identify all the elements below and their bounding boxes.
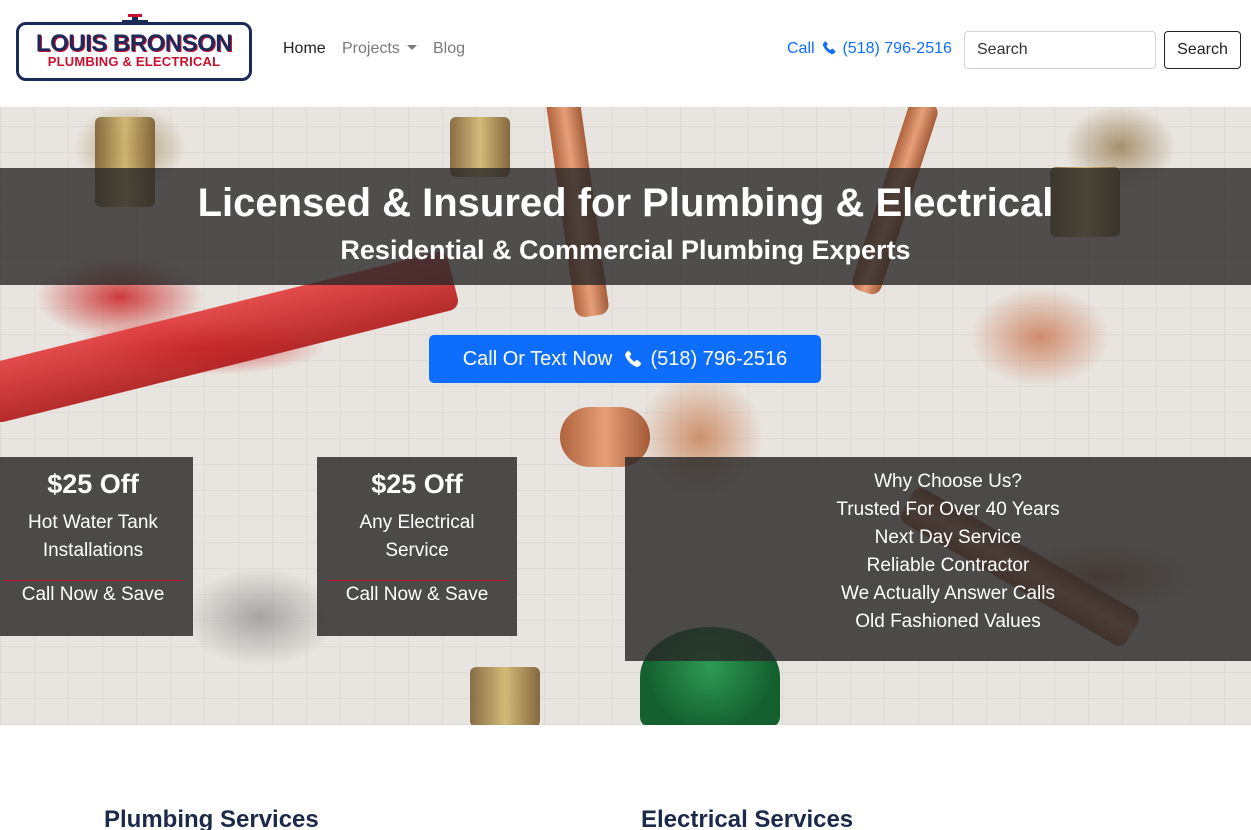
nav-home[interactable]: Home [283, 38, 326, 60]
offer-card-electrical[interactable]: $25 Off Any Electrical Service Call Now … [317, 457, 517, 636]
call-label: Call [787, 40, 815, 57]
offer-call-now-save[interactable]: Call Now & Save [0, 583, 193, 607]
nav-projects-dropdown[interactable]: Projects [342, 38, 417, 60]
call-or-text-button[interactable]: Call Or Text Now (518) 796-2516 [429, 335, 821, 383]
why-item: Trusted For Over 40 Years [836, 499, 1060, 520]
brass-fitting-image [470, 667, 540, 725]
offer-call-now-save[interactable]: Call Now & Save [317, 583, 517, 607]
call-phone-link[interactable]: Call (518) 796-2516 [787, 38, 952, 60]
why-choose-us-panel: Why Choose Us? Trusted For Over 40 Years… [625, 457, 1251, 661]
why-item: Old Fashioned Values [855, 611, 1041, 632]
offer-price: $25 Off [47, 469, 139, 499]
cta-label: Call Or Text Now [462, 348, 613, 370]
nav-blog[interactable]: Blog [433, 38, 465, 60]
offer-description: Hot Water Tank Installations [28, 512, 158, 561]
logo-tagline: PLUMBING & ELECTRICAL [47, 54, 221, 69]
electrical-services-heading: Electrical Services [641, 806, 854, 830]
plumbing-services-heading: Plumbing Services [104, 806, 319, 830]
navbar: LOUIS BRONSON PLUMBING & ELECTRICAL Home… [0, 0, 1251, 107]
brand-logo[interactable]: LOUIS BRONSON PLUMBING & ELECTRICAL [16, 14, 252, 81]
nav-projects-label: Projects [342, 40, 400, 57]
cta-phone-number: (518) 796-2516 [650, 348, 788, 370]
why-item: We Actually Answer Calls [840, 583, 1055, 604]
hero-subtitle: Residential & Commercial Plumbing Expert… [340, 235, 911, 265]
offer-divider [327, 580, 507, 581]
hero-banner: Licensed & Insured for Plumbing & Electr… [0, 107, 1251, 725]
search-input[interactable] [964, 31, 1156, 69]
why-item: Next Day Service [874, 527, 1022, 548]
why-choose-us-title: Why Choose Us? [874, 471, 1022, 492]
offer-price: $25 Off [371, 469, 463, 499]
caret-down-icon [406, 45, 417, 50]
why-item: Reliable Contractor [866, 555, 1030, 576]
logo-name: LOUIS BRONSON [35, 30, 233, 57]
offer-description: Any Electrical Service [359, 512, 475, 561]
phone-icon [625, 350, 642, 367]
search-button[interactable]: Search [1164, 31, 1241, 69]
hero-title: Licensed & Insured for Plumbing & Electr… [197, 181, 1054, 225]
offer-card-water-tank[interactable]: $25 Off Hot Water Tank Installations Cal… [0, 457, 193, 636]
phone-icon [822, 41, 836, 55]
offer-divider [3, 580, 183, 581]
call-phone-number: (518) 796-2516 [842, 40, 952, 57]
